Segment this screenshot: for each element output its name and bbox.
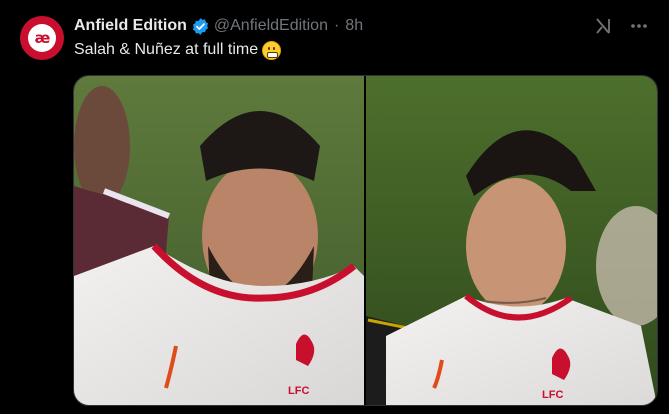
author-name[interactable]: Anfield Edition [74,17,187,35]
more-options-icon[interactable] [629,16,649,36]
tweet-text: Salah & Nuñez at full time [74,41,259,58]
tweet-header: Anfield Edition @AnfieldEdition · 8h [74,15,363,37]
grimacing-face-icon [262,40,282,60]
tweet-actions-top [593,16,649,36]
media-grid[interactable]: LFC LFC [73,75,658,406]
photo-right[interactable]: LFC [366,76,657,405]
tweet-body: Salah & Nuñez at full time [74,40,282,60]
timestamp[interactable]: 8h [345,17,363,35]
separator-dot: · [333,17,340,34]
grok-icon[interactable] [593,16,613,36]
avatar-logo: æ [28,24,56,52]
photo-left[interactable]: LFC [74,76,364,405]
verified-badge-icon [191,17,210,36]
lfc-crest-right: LFC [542,389,563,401]
lfc-crest-left: LFC [288,385,309,397]
avatar[interactable]: æ [20,16,64,60]
author-handle[interactable]: @AnfieldEdition [214,17,328,35]
tweet[interactable]: æ Anfield Edition @AnfieldEdition · 8h S… [0,0,669,414]
